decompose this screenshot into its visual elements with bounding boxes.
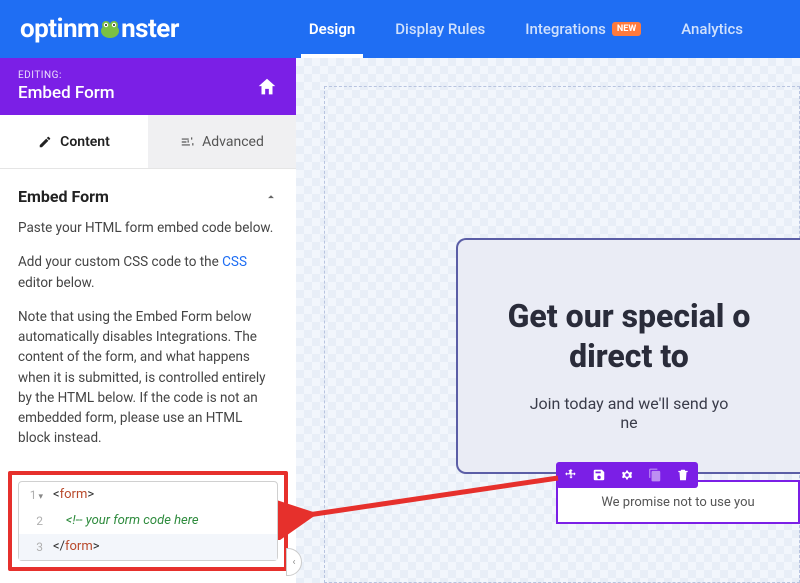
code-editor[interactable]: 1▾ <form> 2 <!-- your form code here 3 <… <box>18 481 278 561</box>
code-highlight-box: 1▾ <form> 2 <!-- your form code here 3 <… <box>8 471 288 571</box>
code-comment: <!-- your form code here <box>66 513 199 528</box>
gutter-line: 2 <box>19 514 53 528</box>
popup-subtext: Join today and we'll send yo ne <box>486 394 772 432</box>
nav-integrations-label: Integrations <box>525 20 606 38</box>
gear-icon[interactable] <box>620 468 634 482</box>
gutter-line: 1▾ <box>19 488 53 502</box>
section-title: Embed Form <box>18 187 109 206</box>
popup-heading: Get our special o direct to <box>486 296 772 376</box>
chevron-up-icon <box>264 190 278 204</box>
copy-icon[interactable] <box>648 468 662 482</box>
gutter-line: 3 <box>19 540 53 554</box>
editing-title: Embed Form <box>18 83 115 103</box>
move-icon[interactable] <box>564 468 578 482</box>
sliders-icon <box>180 135 194 149</box>
nav-display-rules[interactable]: Display Rules <box>395 0 485 58</box>
tab-content-label: Content <box>60 134 110 150</box>
section-header[interactable]: Embed Form <box>0 169 296 218</box>
tab-content[interactable]: Content <box>0 115 148 168</box>
promise-text: We promise not to use you <box>601 495 754 510</box>
nav-design[interactable]: Design <box>309 0 355 58</box>
section-body: Paste your HTML form embed code below. A… <box>0 218 296 463</box>
tab-advanced[interactable]: Advanced <box>148 115 296 168</box>
trash-icon[interactable] <box>676 468 690 482</box>
home-icon[interactable] <box>256 76 278 98</box>
help-text-2: Add your custom CSS code to the CSS edit… <box>18 252 278 293</box>
new-badge: NEW <box>612 22 641 36</box>
pencil-icon <box>38 135 52 149</box>
help-text-1: Paste your HTML form embed code below. <box>18 218 278 238</box>
popup-preview[interactable]: Get our special o direct to Join today a… <box>456 238 800 474</box>
block-toolbar <box>556 462 698 488</box>
top-bar: optinmnster Design Display Rules Integra… <box>0 0 800 58</box>
editing-header: EDITING: Embed Form <box>0 58 296 115</box>
sidebar: EDITING: Embed Form Content Advanced Emb… <box>0 58 296 583</box>
tab-advanced-label: Advanced <box>202 134 264 150</box>
brand-logo: optinmnster <box>20 14 179 44</box>
help-text-3: Note that using the Embed Form below aut… <box>18 307 278 449</box>
save-icon[interactable] <box>592 468 606 482</box>
main-nav: Design Display Rules Integrations NEW An… <box>309 0 743 58</box>
nav-analytics[interactable]: Analytics <box>681 0 743 58</box>
editing-label: EDITING: <box>18 70 115 81</box>
css-link[interactable]: CSS <box>222 254 247 270</box>
sidebar-tabs: Content Advanced <box>0 115 296 169</box>
nav-integrations[interactable]: Integrations NEW <box>525 0 641 58</box>
